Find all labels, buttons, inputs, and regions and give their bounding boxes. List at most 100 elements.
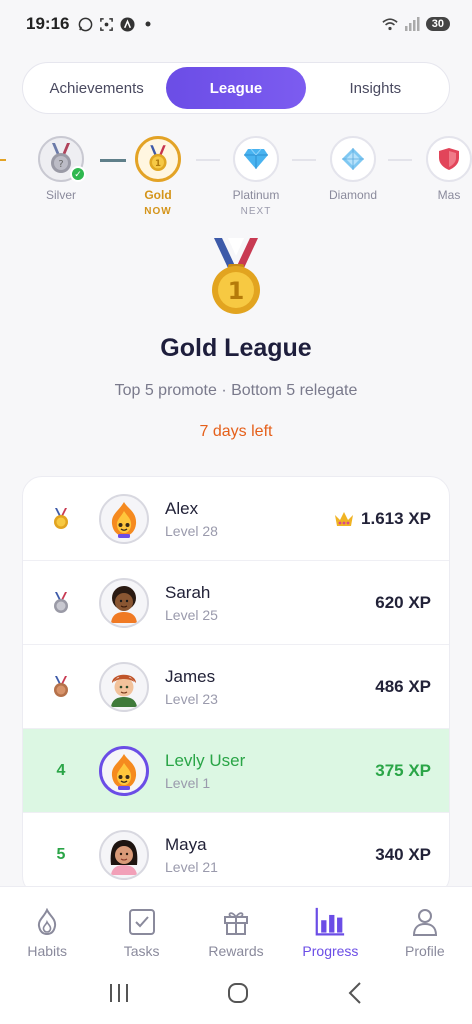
avatar bbox=[99, 829, 149, 880]
silver-medal-icon bbox=[54, 591, 68, 613]
rank-cell bbox=[23, 675, 99, 698]
nav-progress[interactable]: Progress bbox=[283, 887, 377, 966]
avatar bbox=[99, 661, 149, 712]
svg-text:1: 1 bbox=[228, 277, 245, 305]
user-level: Level 28 bbox=[165, 522, 218, 539]
rank-number: 4 bbox=[56, 761, 66, 779]
league-title: Gold League bbox=[160, 334, 312, 362]
xp-text: 486 XP bbox=[375, 676, 431, 696]
tier-platinum-badge bbox=[233, 136, 279, 182]
tier-master-badge bbox=[426, 136, 472, 182]
tier-silver-badge: ? ✓ bbox=[38, 136, 86, 182]
back-button[interactable] bbox=[345, 981, 365, 1010]
status-system-icons: 30 bbox=[382, 16, 450, 32]
girl-avatar-icon bbox=[111, 585, 137, 623]
avatar bbox=[99, 577, 149, 628]
gold-medal-icon bbox=[54, 507, 68, 529]
tier-platinum[interactable]: Platinum NEXT bbox=[208, 136, 304, 217]
checkbox-icon bbox=[127, 907, 157, 937]
user-name: James bbox=[165, 666, 216, 686]
leaderboard-row[interactable]: Alex Level 28 1.613 XP bbox=[23, 477, 449, 561]
app-a-icon bbox=[119, 16, 135, 32]
signal-icon bbox=[404, 16, 420, 32]
nav-label: Progress bbox=[302, 943, 359, 959]
rank-number: 5 bbox=[56, 845, 66, 863]
recent-apps-button[interactable] bbox=[107, 982, 131, 1009]
user-level: Level 23 bbox=[165, 690, 218, 707]
recent-apps-icon bbox=[110, 983, 129, 1002]
nav-tasks[interactable]: Tasks bbox=[94, 887, 188, 966]
tier-label: Gold bbox=[144, 188, 172, 202]
flame-mascot-icon bbox=[111, 501, 137, 538]
league-time-left: 7 days left bbox=[199, 423, 273, 440]
diamond-icon bbox=[342, 148, 364, 170]
nav-label: Rewards bbox=[208, 943, 264, 959]
league-tier-track[interactable]: ? ✓ Silver 1 Gold NOW Platinum NEXT Diam… bbox=[0, 132, 472, 228]
status-notification-icons bbox=[77, 16, 156, 32]
avatar bbox=[99, 493, 149, 544]
rank-cell bbox=[23, 507, 99, 530]
status-time: 19:16 bbox=[26, 14, 70, 33]
completed-check-icon: ✓ bbox=[70, 166, 86, 182]
svg-text:1: 1 bbox=[155, 159, 161, 169]
tier-diamond-badge bbox=[330, 136, 376, 182]
home-button[interactable] bbox=[226, 981, 250, 1010]
xp-text: 620 XP bbox=[375, 592, 431, 612]
xp-value: 375 XP bbox=[375, 761, 431, 781]
tier-gold[interactable]: 1 Gold NOW bbox=[110, 136, 206, 217]
boy-avatar-icon bbox=[111, 674, 137, 707]
battery-indicator: 30 bbox=[425, 17, 450, 31]
tier-status: NEXT bbox=[240, 206, 272, 217]
user-name: Sarah bbox=[165, 582, 211, 602]
xp-text: 1.613 XP bbox=[361, 508, 431, 528]
user-name: Maya bbox=[165, 834, 207, 854]
bronze-medal-icon bbox=[54, 675, 68, 697]
user-info: Levly User Level 1 bbox=[165, 751, 375, 791]
league-rules: Top 5 promote · Bottom 5 relegate bbox=[114, 382, 358, 399]
xp-text: 375 XP bbox=[375, 760, 431, 780]
tab-achievements[interactable]: Achievements bbox=[27, 67, 166, 109]
nav-label: Tasks bbox=[123, 943, 160, 959]
wifi-icon bbox=[382, 16, 398, 32]
girl-avatar-icon bbox=[110, 839, 138, 875]
tier-status: NOW bbox=[144, 206, 172, 217]
gift-icon bbox=[221, 907, 251, 937]
tier-master[interactable]: Mas bbox=[401, 136, 472, 206]
crown-icon bbox=[335, 511, 354, 526]
bar-chart-icon bbox=[315, 907, 345, 937]
user-info: Alex Level 28 bbox=[165, 499, 333, 539]
nav-label: Habits bbox=[27, 943, 68, 959]
tier-label: Platinum bbox=[232, 188, 280, 202]
back-icon bbox=[348, 981, 361, 1004]
tab-league[interactable]: League bbox=[166, 67, 306, 109]
user-info: James Level 23 bbox=[165, 667, 375, 707]
xp-value: 486 XP bbox=[375, 677, 431, 697]
tier-silver[interactable]: ? ✓ Silver bbox=[13, 136, 109, 206]
avatar bbox=[99, 745, 149, 796]
tier-label: Silver bbox=[45, 188, 76, 202]
dot-icon bbox=[140, 16, 156, 32]
user-level: Level 21 bbox=[165, 858, 218, 875]
user-info: Sarah Level 25 bbox=[165, 583, 375, 623]
tier-diamond[interactable]: Diamond bbox=[305, 136, 401, 206]
nav-label: Profile bbox=[404, 943, 445, 959]
progress-tabs: Achievements League Insights bbox=[22, 62, 450, 114]
user-name: Alex bbox=[165, 498, 199, 518]
leaderboard-row[interactable]: James Level 23 486 XP bbox=[23, 645, 449, 729]
tier-label: Diamond bbox=[328, 188, 378, 202]
user-level: Level 1 bbox=[165, 774, 211, 791]
flame-mascot-icon bbox=[111, 753, 137, 790]
whatsapp-icon bbox=[77, 16, 93, 32]
leaderboard-row[interactable]: 5 Maya Level 21 340 XP bbox=[23, 813, 449, 895]
nav-rewards[interactable]: Rewards bbox=[189, 887, 283, 966]
xp-value: 1.613 XP bbox=[333, 509, 431, 529]
leaderboard-row-current-user[interactable]: 4 Levly User Level 1 375 XP bbox=[23, 729, 449, 813]
nav-profile[interactable]: Profile bbox=[378, 887, 472, 966]
xp-value: 340 XP bbox=[375, 845, 431, 865]
rank-cell bbox=[23, 591, 99, 614]
leaderboard: Alex Level 28 1.613 XP Sarah Level 25 62… bbox=[22, 476, 450, 896]
nav-habits[interactable]: Habits bbox=[0, 887, 94, 966]
leaderboard-row[interactable]: Sarah Level 25 620 XP bbox=[23, 561, 449, 645]
tab-insights[interactable]: Insights bbox=[306, 67, 445, 109]
xp-text: 340 XP bbox=[375, 844, 431, 864]
